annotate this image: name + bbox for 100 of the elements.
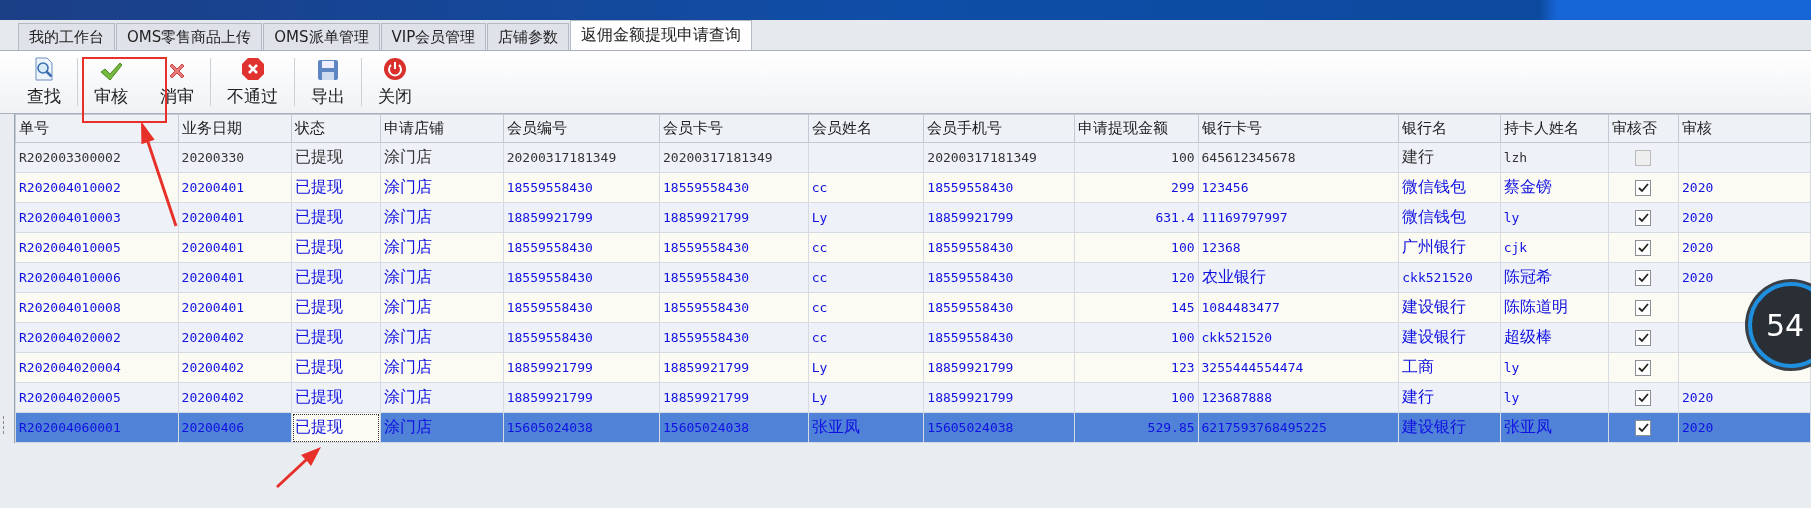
column-header[interactable]: 银行卡号 — [1198, 114, 1399, 143]
column-header[interactable]: 单号 — [15, 114, 179, 143]
table-cell: 涂门店 — [383, 207, 432, 226]
stop-icon — [240, 57, 265, 81]
table-cell: 15605024038 — [506, 420, 593, 435]
table-cell: 建设银行 — [1402, 297, 1467, 316]
checkbox[interactable] — [1635, 269, 1652, 286]
table-cell: 18559558430 — [927, 240, 1014, 255]
column-header[interactable]: 持卡人姓名 — [1500, 114, 1609, 143]
table-cell: R202004020004 — [19, 360, 121, 375]
table-cell: 2020 — [1682, 210, 1714, 225]
table-cell: 2020 — [1682, 390, 1714, 405]
table-cell: 18859921799 — [927, 390, 1014, 405]
table-cell: cjk — [1503, 240, 1528, 255]
column-header[interactable]: 状态 — [291, 114, 381, 143]
column-header[interactable]: 业务日期 — [178, 114, 292, 143]
table-cell: 18559558430 — [663, 300, 750, 315]
table-cell: 15605024038 — [663, 420, 750, 435]
table-cell: 18559558430 — [506, 270, 593, 285]
cross-icon — [167, 61, 187, 81]
table-cell: 20200317181349 — [506, 150, 617, 165]
table-cell: Ly — [811, 360, 828, 375]
table-cell: Ly — [811, 210, 828, 225]
search-icon — [33, 57, 55, 81]
table-cell: 建设银行 — [1402, 417, 1467, 436]
checkbox[interactable] — [1635, 209, 1652, 226]
table-cell: 陈陈道明 — [1503, 297, 1568, 316]
table-cell: Ly — [811, 390, 828, 405]
table-cell: R202004020005 — [19, 390, 121, 405]
table-cell: 已提现 — [295, 387, 344, 406]
checkbox[interactable] — [1635, 389, 1652, 406]
toolbar-button[interactable]: 导出 — [295, 56, 361, 108]
table-cell: 20200406 — [181, 420, 245, 435]
table-cell: 已提现 — [295, 357, 344, 376]
checkbox[interactable] — [1635, 299, 1652, 316]
table-cell: 超级棒 — [1503, 327, 1552, 346]
checkbox[interactable] — [1635, 239, 1652, 256]
table-cell: cc — [811, 180, 828, 195]
column-header[interactable]: 银行名 — [1398, 114, 1501, 143]
column-header[interactable]: 会员手机号 — [923, 114, 1075, 143]
table-cell: 20200401 — [181, 270, 245, 285]
column-header[interactable]: 审核 — [1678, 114, 1811, 143]
table-cell: 20200402 — [181, 330, 245, 345]
table-cell: 已提现 — [295, 417, 344, 436]
toolbar-button[interactable]: 查找 — [11, 56, 77, 108]
table-cell: 涂门店 — [383, 177, 432, 196]
table-cell: 145 — [1171, 300, 1195, 315]
tab[interactable]: 店铺参数 — [487, 23, 570, 50]
table-cell: 20200402 — [181, 390, 245, 405]
table-cell: 18559558430 — [506, 240, 593, 255]
table-cell: 工商 — [1402, 357, 1435, 376]
table-cell: 涂门店 — [383, 327, 432, 346]
table-cell: cc — [811, 300, 828, 315]
table-cell: 涂门店 — [383, 417, 432, 436]
table-cell: 18559558430 — [927, 180, 1014, 195]
column-header[interactable]: 申请提现金额 — [1074, 114, 1199, 143]
toolbar-button[interactable]: 关闭 — [362, 56, 428, 108]
checkbox[interactable] — [1635, 359, 1652, 376]
table-cell: lzh — [1503, 150, 1528, 165]
table-cell: 18559558430 — [663, 180, 750, 195]
power-icon — [383, 57, 407, 81]
column-header[interactable]: 申请店铺 — [380, 114, 504, 143]
checkmark-icon — [99, 61, 123, 81]
table-cell: 1084483477 — [1201, 300, 1280, 315]
table-cell: 18559558430 — [506, 330, 593, 345]
table-cell: 18859921799 — [506, 360, 593, 375]
table-cell: 张亚凤 — [811, 417, 860, 436]
table-cell: 645612345678 — [1201, 150, 1296, 165]
checkbox[interactable] — [1635, 329, 1652, 346]
toolbar-button[interactable]: 审核 — [78, 56, 144, 108]
tab[interactable]: 返佣金额提现申请查询 — [570, 20, 753, 50]
table-cell: 20200317181349 — [927, 150, 1037, 165]
column-header[interactable]: 审核否 — [1608, 114, 1679, 143]
tab[interactable]: VIP会员管理 — [380, 23, 487, 50]
table-cell: 100 — [1171, 150, 1195, 165]
table-cell: 涂门店 — [383, 387, 432, 406]
table-cell: 18559558430 — [506, 180, 593, 195]
table-cell: cc — [811, 330, 828, 345]
tab[interactable]: OMS派单管理 — [263, 23, 380, 50]
tab[interactable]: 我的工作台 — [18, 23, 115, 50]
toolbar-button[interactable]: 不通过 — [211, 56, 294, 108]
tab[interactable]: OMS零售商品上传 — [116, 23, 263, 50]
checkbox[interactable] — [1635, 149, 1652, 166]
table-cell: R202004020002 — [19, 330, 121, 345]
column-header[interactable]: 会员编号 — [503, 114, 660, 143]
table-cell: 18559558430 — [927, 330, 1014, 345]
table-cell: 蔡金镑 — [1503, 177, 1552, 196]
checkbox[interactable] — [1635, 179, 1652, 196]
column-header[interactable]: 会员姓名 — [808, 114, 924, 143]
table-cell: 微信钱包 — [1402, 177, 1467, 196]
table-cell: 微信钱包 — [1402, 207, 1467, 226]
checkbox[interactable] — [1635, 419, 1652, 436]
table-cell: 18559558430 — [927, 270, 1014, 285]
table-cell: 18859921799 — [663, 210, 750, 225]
table-cell: 123456 — [1201, 180, 1249, 195]
column-header[interactable]: 会员卡号 — [659, 114, 809, 143]
table-cell: 631.4 — [1155, 210, 1195, 225]
table-cell: 2020 — [1682, 420, 1714, 435]
table-cell: 100 — [1171, 390, 1195, 405]
table-cell: 18859921799 — [663, 360, 750, 375]
